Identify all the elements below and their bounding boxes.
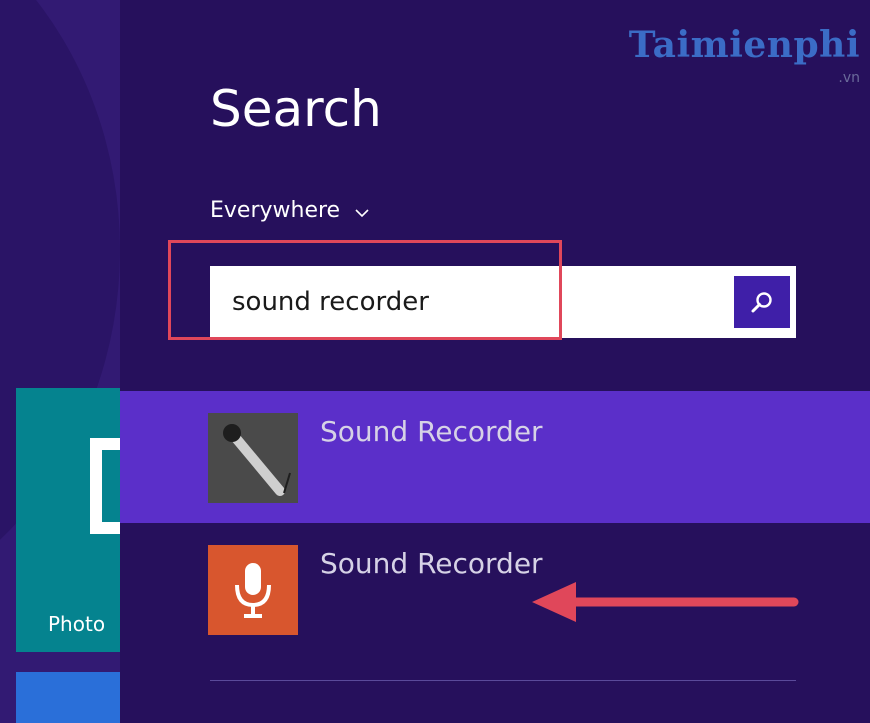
annotation-arrow-icon [530,576,802,632]
microphone-desktop-icon [208,413,298,503]
search-pane: Taimienphi .vn Search Everywhere Sound [120,0,870,723]
divider [210,680,796,681]
search-button[interactable] [734,276,790,328]
search-result-label: Sound Recorder [320,415,543,448]
search-result-label: Sound Recorder [320,547,543,580]
photo-icon [90,438,120,534]
app-tile[interactable] [16,672,120,723]
watermark-suffix: .vn [838,70,860,86]
page-title: Search [210,80,382,138]
chevron-down-icon [354,203,370,222]
photos-tile[interactable]: Photo [16,388,120,652]
search-icon [751,292,772,313]
microphone-app-icon [208,545,298,635]
start-screen: Photo [0,0,120,723]
annotation-highlight-box [168,240,562,340]
search-scope-label: Everywhere [210,198,341,223]
photos-tile-label: Photo [48,612,106,636]
watermark-logo: Taimienphi [628,24,860,66]
search-result-sound-recorder-desktop[interactable]: Sound Recorder [120,391,870,523]
search-scope-dropdown[interactable]: Everywhere [210,198,370,223]
